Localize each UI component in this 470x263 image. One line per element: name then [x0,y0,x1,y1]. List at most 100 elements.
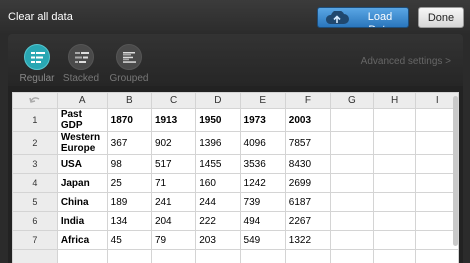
row-header[interactable]: 1 [12,108,58,132]
table-row: 1 Past GDP 1870 1913 1950 1973 2003 [12,108,459,132]
cell[interactable]: 79 [150,230,197,250]
cell[interactable]: Past GDP [56,108,108,132]
cell[interactable] [372,131,417,155]
grouped-chart-icon [116,44,142,70]
cell[interactable]: 1455 [195,154,241,174]
cell[interactable]: 1242 [239,173,286,193]
cell[interactable]: Africa [56,230,108,250]
row-header[interactable]: 5 [12,192,58,212]
cell[interactable]: 241 [150,192,197,212]
cell[interactable] [284,249,332,263]
row-header[interactable]: 3 [12,154,58,174]
cell[interactable]: 7857 [284,131,332,155]
undo-corner[interactable] [12,92,58,109]
column-header[interactable]: B [106,92,152,109]
cell[interactable]: 222 [195,211,241,231]
cell[interactable]: 1322 [284,230,332,250]
cell[interactable] [330,230,374,250]
column-header[interactable]: E [239,92,286,109]
chart-type-stacked[interactable]: Stacked [58,44,104,84]
clear-all-data-link[interactable]: Clear all data [8,11,73,23]
cell[interactable] [150,249,197,263]
column-header[interactable]: D [195,92,241,109]
cell[interactable]: 203 [195,230,241,250]
cell[interactable] [372,173,417,193]
row-header[interactable]: 4 [12,173,58,193]
cell[interactable] [106,249,152,263]
cell[interactable] [330,192,374,212]
chart-type-label: Grouped [109,73,149,84]
cell[interactable]: 4096 [239,131,286,155]
vertical-scrollbar[interactable] [453,96,458,246]
column-header[interactable]: A [56,92,108,109]
cell[interactable]: China [56,192,108,212]
cell[interactable]: 1950 [195,108,241,132]
column-header[interactable]: G [330,92,374,109]
done-button[interactable]: Done [418,7,464,28]
cell[interactable] [330,154,374,174]
row-header[interactable]: 2 [12,131,58,155]
cell[interactable]: USA [56,154,108,174]
column-header[interactable]: H [372,92,417,109]
top-bar: Clear all data Load Data Done [0,0,470,33]
cell[interactable]: 160 [195,173,241,193]
column-header[interactable]: C [150,92,197,109]
cell[interactable] [372,230,417,250]
cell[interactable]: 134 [106,211,152,231]
table-row: 3 USA 98 517 1455 3536 8430 [12,154,459,174]
cloud-upload-icon [325,11,349,24]
cell[interactable]: 8430 [284,154,332,174]
cell[interactable]: 739 [239,192,286,212]
cell[interactable]: 3536 [239,154,286,174]
cell[interactable] [239,249,286,263]
cell[interactable] [330,211,374,231]
spreadsheet[interactable]: A B C D E F G H I 1 Past GDP 1870 1913 1… [12,92,459,263]
cell[interactable] [330,249,374,263]
cell[interactable]: 1913 [150,108,197,132]
cell[interactable]: 367 [106,131,152,155]
cell[interactable]: 517 [150,154,197,174]
cell[interactable] [372,154,417,174]
cell[interactable]: 549 [239,230,286,250]
cell[interactable]: India [56,211,108,231]
cell[interactable]: Western Europe [56,131,108,155]
cell[interactable] [415,249,459,263]
cell[interactable]: 6187 [284,192,332,212]
cell[interactable]: 1870 [106,108,152,132]
cell[interactable]: 494 [239,211,286,231]
cell[interactable]: 1396 [195,131,241,155]
cell[interactable]: 2003 [284,108,332,132]
column-header[interactable]: F [284,92,332,109]
cell[interactable] [372,211,417,231]
table-row: 5 China 189 241 244 739 6187 [12,192,459,212]
chart-type-regular[interactable]: Regular [14,44,60,84]
cell[interactable]: 71 [150,173,197,193]
row-header[interactable]: 7 [12,230,58,250]
cell[interactable]: 2267 [284,211,332,231]
cell[interactable]: 25 [106,173,152,193]
cell[interactable] [330,173,374,193]
cell[interactable]: 98 [106,154,152,174]
cell[interactable]: 45 [106,230,152,250]
table-row [12,249,459,263]
chart-type-grouped[interactable]: Grouped [106,44,152,84]
cell[interactable]: 204 [150,211,197,231]
cell[interactable]: 902 [150,131,197,155]
cell[interactable]: 189 [106,192,152,212]
advanced-settings-link[interactable]: Advanced settings > [361,56,451,67]
cell[interactable]: 1973 [239,108,286,132]
load-data-label: Load Data [367,11,393,27]
cell[interactable] [195,249,241,263]
cell[interactable] [56,249,108,263]
cell[interactable]: 2699 [284,173,332,193]
row-header[interactable] [12,249,58,263]
cell[interactable] [372,192,417,212]
cell[interactable] [330,131,374,155]
load-data-button[interactable]: Load Data [317,7,409,28]
row-header[interactable]: 6 [12,211,58,231]
cell[interactable] [330,108,374,132]
cell[interactable] [372,249,417,263]
cell[interactable]: 244 [195,192,241,212]
cell[interactable] [372,108,417,132]
cell[interactable]: Japan [56,173,108,193]
